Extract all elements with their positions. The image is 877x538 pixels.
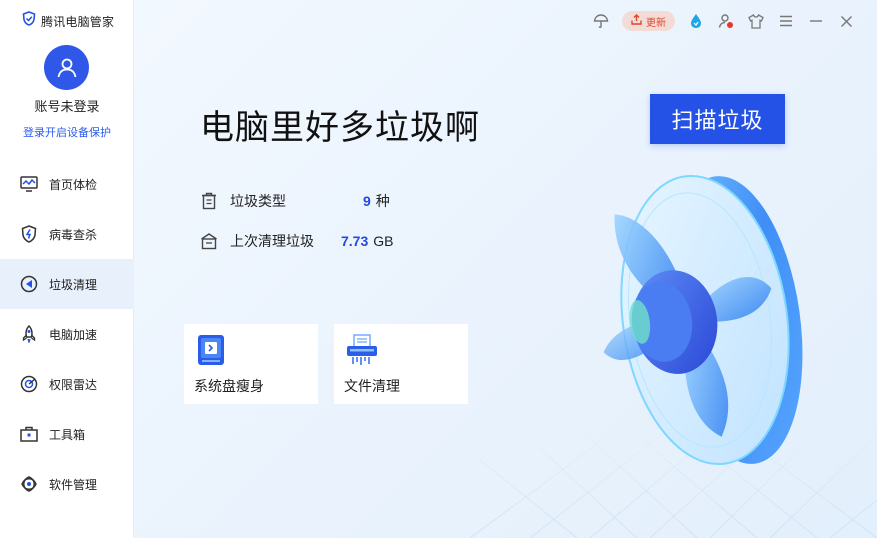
app-title: 腾讯电脑管家 — [41, 14, 115, 29]
logo-shield-icon — [22, 11, 36, 31]
update-icon — [631, 14, 642, 28]
tool-label: 文件清理 — [344, 378, 400, 394]
stat-value: 7.73 — [341, 233, 369, 249]
sidebar-item-label: 病毒查杀 — [49, 227, 98, 242]
minimize-icon[interactable] — [801, 9, 831, 33]
sidebar-item-virus-scan[interactable]: 病毒查杀 — [0, 209, 134, 259]
stat-junk-types: 垃圾类型 9 种 — [200, 191, 390, 211]
login-link[interactable]: 登录开启设备保护 — [0, 124, 134, 140]
skin-icon[interactable] — [741, 9, 771, 33]
page-headline: 电脑里好多垃圾啊 — [200, 109, 480, 147]
close-icon[interactable] — [831, 9, 861, 33]
update-button[interactable]: 更新 — [622, 11, 675, 31]
user-alert-icon[interactable] — [711, 9, 741, 33]
toolbox-icon — [20, 425, 38, 443]
app-window: 腾讯电脑管家 账号未登录 登录开启设备保护 首页体检 病毒查杀 垃圾清理 电脑加… — [0, 0, 877, 538]
software-icon — [20, 475, 38, 493]
update-label: 更新 — [646, 17, 666, 29]
file-shredder-icon — [346, 334, 378, 366]
umbrella-icon[interactable] — [586, 9, 616, 33]
title-bar-controls: 更新 — [586, 9, 861, 33]
menu-icon[interactable] — [771, 9, 801, 33]
sidebar-item-label: 软件管理 — [49, 477, 98, 492]
scan-junk-button[interactable]: 扫描垃圾 — [650, 94, 785, 144]
stat-label: 垃圾类型 — [230, 193, 286, 209]
tool-file-cleanup[interactable]: 文件清理 — [334, 324, 468, 404]
sidebar-item-cleanup[interactable]: 垃圾清理 — [0, 259, 134, 309]
shield-flash-icon — [20, 225, 38, 243]
sidebar-item-toolbox[interactable]: 工具箱 — [0, 409, 134, 459]
cleaned-box-icon — [200, 232, 218, 250]
brand: 腾讯电脑管家 — [22, 11, 114, 31]
stat-unit: GB — [373, 233, 394, 249]
monitor-check-icon — [20, 175, 38, 193]
stat-value: 9 — [363, 193, 371, 209]
avatar[interactable] — [44, 45, 89, 90]
stat-label: 上次清理垃圾 — [230, 233, 314, 249]
sidebar-item-label: 权限雷达 — [49, 377, 98, 392]
sidebar: 腾讯电脑管家 账号未登录 登录开启设备保护 首页体检 病毒查杀 垃圾清理 电脑加… — [0, 0, 134, 538]
trash-icon — [200, 192, 218, 210]
sidebar-nav: 首页体检 病毒查杀 垃圾清理 电脑加速 权限雷达 工具箱 软件管理 — [0, 159, 134, 509]
sidebar-item-label: 垃圾清理 — [49, 277, 98, 292]
tool-system-disk-slim[interactable]: 系统盘瘦身 — [184, 324, 318, 404]
cleanup-icon — [20, 275, 38, 293]
radar-icon — [20, 375, 38, 393]
sidebar-item-label: 首页体检 — [49, 177, 98, 192]
disk-slim-icon — [196, 334, 228, 366]
sidebar-item-software[interactable]: 软件管理 — [0, 459, 134, 509]
sidebar-item-speedup[interactable]: 电脑加速 — [0, 309, 134, 359]
sidebar-item-home-check[interactable]: 首页体检 — [0, 159, 134, 209]
stat-unit: 种 — [375, 193, 390, 209]
sidebar-item-label: 工具箱 — [49, 427, 86, 442]
tool-label: 系统盘瘦身 — [194, 378, 264, 394]
account-name: 账号未登录 — [34, 99, 100, 114]
sidebar-item-permission-radar[interactable]: 权限雷达 — [0, 359, 134, 409]
cleaning-fan-illustration — [603, 174, 803, 466]
sidebar-item-label: 电脑加速 — [49, 327, 98, 342]
stat-last-cleanup: 上次清理垃圾 7.73 GB — [200, 231, 393, 251]
rocket-icon — [20, 325, 38, 343]
droplet-icon[interactable] — [681, 9, 711, 33]
